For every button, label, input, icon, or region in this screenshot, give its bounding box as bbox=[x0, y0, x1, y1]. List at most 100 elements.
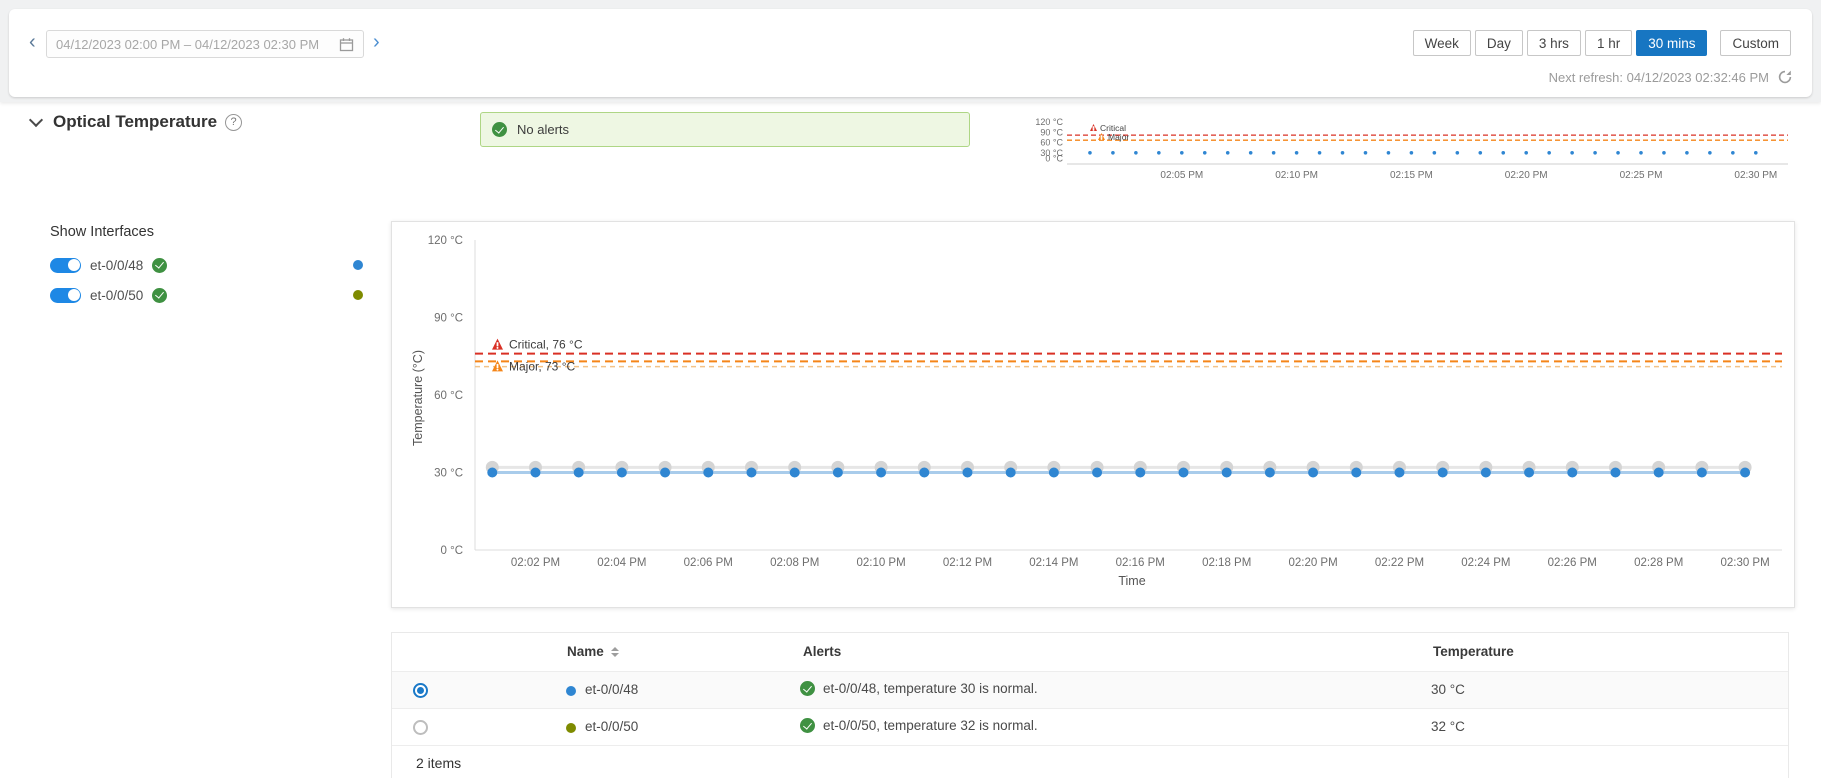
interface-toggle[interactable] bbox=[50, 258, 81, 273]
svg-text:02:22 PM: 02:22 PM bbox=[1375, 557, 1424, 569]
collapse-chevron-icon[interactable] bbox=[29, 113, 43, 127]
next-refresh-text: Next refresh: 04/12/2023 02:32:46 PM bbox=[1549, 70, 1769, 85]
toggle-knob bbox=[68, 289, 80, 301]
table-row[interactable]: et-0/0/50 et-0/0/50, temperature 32 is no… bbox=[392, 708, 1788, 745]
svg-text:02:25 PM: 02:25 PM bbox=[1620, 170, 1663, 181]
section-header: Optical Temperature ? bbox=[53, 112, 242, 132]
table-body: et-0/0/48 et-0/0/48, temperature 30 is no… bbox=[392, 671, 1788, 745]
svg-text:02:30 PM: 02:30 PM bbox=[1720, 557, 1769, 569]
range-button-custom[interactable]: Custom bbox=[1720, 30, 1791, 56]
svg-text:Major, 73 °C: Major, 73 °C bbox=[509, 359, 575, 373]
alert-text: et-0/0/50, temperature 32 is normal. bbox=[823, 718, 1038, 733]
series-color-dot bbox=[566, 686, 576, 696]
svg-text:02:06 PM: 02:06 PM bbox=[684, 557, 733, 569]
svg-text:90 °C: 90 °C bbox=[1040, 127, 1063, 137]
series-legend-dot bbox=[353, 290, 363, 300]
items-count: 2 items bbox=[416, 755, 461, 771]
prev-range-chevron-icon[interactable]: ‹ bbox=[29, 32, 36, 52]
svg-text:02:04 PM: 02:04 PM bbox=[597, 557, 646, 569]
alert-cell: et-0/0/48, temperature 30 is normal. bbox=[800, 681, 1038, 696]
interface-toggle[interactable] bbox=[50, 288, 81, 303]
interface-name: et-0/0/50 bbox=[585, 719, 638, 734]
column-header-temperature: Temperature bbox=[1433, 644, 1514, 659]
overview-chart: 120 °C90 °C60 °C30 °C0 °C02:05 PM02:10 P… bbox=[1030, 108, 1798, 194]
interface-label: et-0/0/50 bbox=[90, 288, 143, 303]
ok-status-icon bbox=[492, 122, 507, 137]
overview-chart-svg: 120 °C90 °C60 °C30 °C0 °C02:05 PM02:10 P… bbox=[1030, 108, 1798, 194]
interface-row: et-0/0/48 bbox=[50, 250, 167, 280]
table-row[interactable]: et-0/0/48 et-0/0/48, temperature 30 is no… bbox=[392, 671, 1788, 708]
range-button-3-hrs[interactable]: 3 hrs bbox=[1527, 30, 1581, 56]
series-legend-dot bbox=[353, 260, 363, 270]
page-title: Optical Temperature bbox=[53, 112, 217, 132]
svg-text:02:28 PM: 02:28 PM bbox=[1634, 557, 1683, 569]
table-footer: 2 items bbox=[392, 745, 1788, 778]
ok-status-icon bbox=[800, 718, 815, 733]
svg-text:60 °C: 60 °C bbox=[1040, 138, 1063, 148]
svg-text:Critical, 76 °C: Critical, 76 °C bbox=[509, 338, 583, 352]
svg-text:02:20 PM: 02:20 PM bbox=[1288, 557, 1337, 569]
svg-text:02:10 PM: 02:10 PM bbox=[1275, 170, 1318, 181]
alert-cell: et-0/0/50, temperature 32 is normal. bbox=[800, 718, 1038, 733]
range-button-day[interactable]: Day bbox=[1475, 30, 1523, 56]
column-header-alerts: Alerts bbox=[803, 644, 841, 659]
range-button-30-mins[interactable]: 30 mins bbox=[1636, 30, 1707, 56]
interface-name: et-0/0/48 bbox=[585, 682, 638, 697]
svg-text:02:26 PM: 02:26 PM bbox=[1548, 557, 1597, 569]
date-range-value: 04/12/2023 02:00 PM – 04/12/2023 02:30 P… bbox=[56, 37, 339, 52]
svg-text:02:08 PM: 02:08 PM bbox=[770, 557, 819, 569]
svg-text:120 °C: 120 °C bbox=[428, 235, 463, 247]
svg-text:02:14 PM: 02:14 PM bbox=[1029, 557, 1078, 569]
column-header-name-label: Name bbox=[567, 644, 604, 659]
next-range-chevron-icon[interactable]: › bbox=[373, 32, 380, 52]
ok-status-icon bbox=[152, 288, 167, 303]
ok-status-icon bbox=[800, 681, 815, 696]
interface-label: et-0/0/48 bbox=[90, 258, 143, 273]
svg-text:120 °C: 120 °C bbox=[1035, 117, 1063, 127]
temperature-cell: 32 °C bbox=[1431, 719, 1465, 734]
refresh-icon[interactable] bbox=[1777, 69, 1793, 85]
svg-text:30 °C: 30 °C bbox=[434, 468, 463, 480]
alerts-banner-text: No alerts bbox=[517, 122, 569, 137]
interface-toggle-list: et-0/0/48 et-0/0/50 bbox=[50, 250, 167, 310]
main-chart: 120 °C 90 °C 60 °C 30 °C 0 °C 02:02 PM 02:04 P… bbox=[391, 221, 1795, 608]
topbar: ‹ 04/12/2023 02:00 PM – 04/12/2023 02:30… bbox=[9, 9, 1812, 97]
svg-text:Time: Time bbox=[1118, 574, 1145, 588]
svg-text:60 °C: 60 °C bbox=[434, 390, 463, 402]
svg-text:02:16 PM: 02:16 PM bbox=[1116, 557, 1165, 569]
row-select-radio[interactable] bbox=[413, 720, 428, 735]
sort-icon bbox=[611, 647, 619, 657]
svg-text:Major: Major bbox=[1108, 132, 1129, 142]
next-refresh: Next refresh: 04/12/2023 02:32:46 PM bbox=[1549, 69, 1793, 85]
interfaces-table: Name Alerts Temperature et-0/0/48et-0/0/… bbox=[391, 632, 1789, 778]
ok-status-icon bbox=[152, 258, 167, 273]
series-legend bbox=[353, 250, 363, 320]
temperature-cell: 30 °C bbox=[1431, 682, 1465, 697]
column-header-name[interactable]: Name bbox=[567, 644, 619, 659]
svg-text:0 °C: 0 °C bbox=[441, 545, 464, 557]
range-button-1-hr[interactable]: 1 hr bbox=[1585, 30, 1632, 56]
svg-text:02:05 PM: 02:05 PM bbox=[1160, 170, 1203, 181]
svg-text:Temperature (°C): Temperature (°C) bbox=[411, 350, 425, 446]
page: ‹ 04/12/2023 02:00 PM – 04/12/2023 02:30… bbox=[0, 0, 1821, 778]
svg-text:02:02 PM: 02:02 PM bbox=[511, 557, 560, 569]
svg-text:02:18 PM: 02:18 PM bbox=[1202, 557, 1251, 569]
interface-row: et-0/0/50 bbox=[50, 280, 167, 310]
help-icon[interactable]: ? bbox=[225, 114, 242, 131]
date-range-input[interactable]: 04/12/2023 02:00 PM – 04/12/2023 02:30 P… bbox=[46, 30, 364, 58]
svg-text:02:10 PM: 02:10 PM bbox=[856, 557, 905, 569]
calendar-icon[interactable] bbox=[339, 37, 354, 52]
svg-text:02:30 PM: 02:30 PM bbox=[1734, 170, 1777, 181]
main-chart-svg: 120 °C 90 °C 60 °C 30 °C 0 °C 02:02 PM 02:04 P… bbox=[392, 222, 1794, 607]
table-header: Name Alerts Temperature bbox=[392, 633, 1788, 671]
svg-text:90 °C: 90 °C bbox=[434, 313, 463, 325]
show-interfaces-title: Show Interfaces bbox=[50, 224, 154, 240]
svg-text:02:15 PM: 02:15 PM bbox=[1390, 170, 1433, 181]
time-range-buttons: WeekDay3 hrs1 hr30 mins Custom bbox=[1413, 30, 1791, 56]
series-color-dot bbox=[566, 723, 576, 733]
row-select-radio[interactable] bbox=[413, 683, 428, 698]
svg-text:0 °C: 0 °C bbox=[1045, 154, 1063, 164]
alerts-banner: No alerts bbox=[480, 112, 970, 147]
range-button-week[interactable]: Week bbox=[1413, 30, 1471, 56]
toggle-knob bbox=[68, 259, 80, 271]
